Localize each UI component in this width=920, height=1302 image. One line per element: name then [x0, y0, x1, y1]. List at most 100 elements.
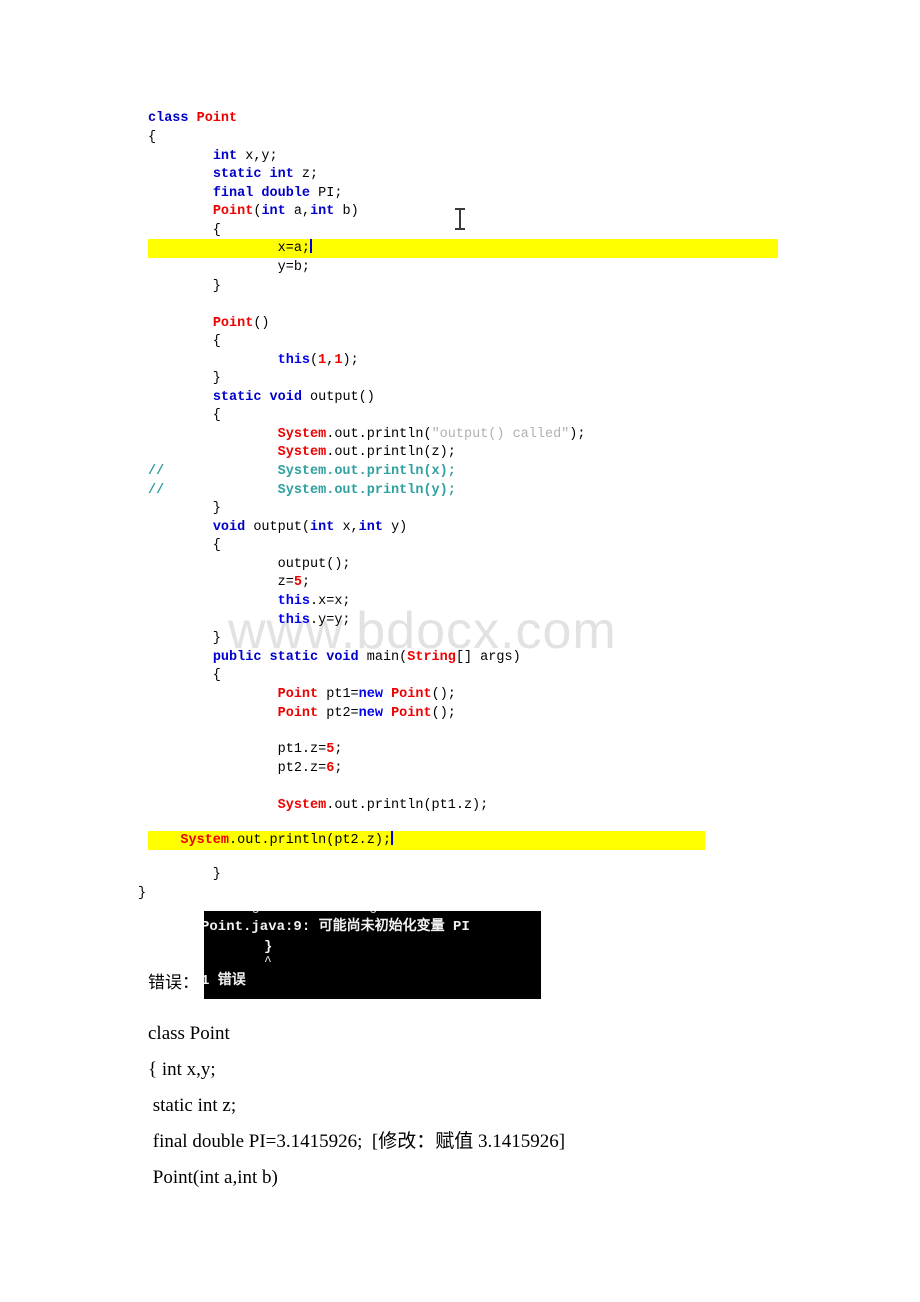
code-line[interactable]: Point(): [148, 315, 908, 334]
code-token: Point: [212, 204, 254, 219]
code-line[interactable]: System.out.println(pt2.z);: [148, 831, 705, 850]
code-token: }: [148, 631, 221, 646]
code-line[interactable]: {: [148, 407, 908, 426]
code-line[interactable]: }: [138, 885, 898, 904]
code-token: (): [253, 316, 270, 331]
code-token: [] args): [455, 650, 521, 665]
code-token: //: [148, 464, 165, 479]
code-line[interactable]: x=a;: [148, 239, 778, 258]
console-error-message: Point.java:9: 可能尚未初始化变量 PI: [204, 919, 470, 935]
code-token: main(: [358, 650, 408, 665]
code-line[interactable]: this(1,1);: [148, 352, 908, 371]
code-line[interactable]: {: [148, 222, 908, 241]
code-token: .out.println(pt2.z);: [229, 833, 392, 848]
code-token: ;: [334, 742, 343, 757]
code-token: static void: [212, 390, 302, 405]
code-token: }: [148, 501, 221, 516]
code-line[interactable]: System.out.println(z);: [148, 444, 908, 463]
code-line[interactable]: static void output(): [148, 389, 908, 408]
code-line[interactable]: int x,y;: [148, 148, 908, 167]
code-token: .x=x;: [310, 594, 351, 609]
code-line[interactable]: {: [148, 667, 908, 686]
code-line[interactable]: // System.out.println(y);: [148, 482, 908, 501]
code-token: }: [148, 279, 221, 294]
code-line[interactable]: this.x=x;: [148, 593, 908, 612]
code-token: int: [358, 520, 383, 535]
console-caret-marker: ^: [264, 954, 272, 969]
code-line[interactable]: y=b;: [148, 259, 908, 278]
code-line[interactable]: Point pt2=new Point();: [148, 705, 908, 724]
code-line[interactable]: {: [148, 537, 908, 556]
code-line[interactable]: z=5;: [148, 574, 908, 593]
code-token: System.out.println(y);: [277, 483, 456, 498]
code-token: {: [148, 223, 221, 238]
code-line[interactable]: output();: [148, 556, 908, 575]
code-token: System: [277, 445, 327, 460]
code-line[interactable]: void output(int x,int y): [148, 519, 908, 538]
code-line[interactable]: class Point: [148, 110, 908, 129]
console-error-count: 1 错误: [204, 973, 246, 989]
code-line[interactable]: }: [148, 278, 908, 297]
code-token: PI;: [310, 186, 343, 201]
error-label: 错误：: [148, 973, 199, 992]
code-token: ();: [431, 706, 456, 721]
code-line[interactable]: Point(int a,int b): [148, 203, 908, 222]
code-line[interactable]: {: [148, 129, 908, 148]
code-token: );: [569, 427, 586, 442]
code-line[interactable]: // System.out.println(x);: [148, 463, 908, 482]
code-line[interactable]: }: [148, 500, 908, 519]
code-token: this: [277, 353, 311, 368]
code-line[interactable]: this.y=y;: [148, 612, 908, 631]
code-line[interactable]: final double PI;: [148, 185, 908, 204]
code-token: x,y;: [237, 149, 278, 164]
code-token: z;: [293, 167, 319, 182]
code-token: y): [382, 520, 408, 535]
code-line[interactable]: }: [148, 866, 908, 885]
code-line[interactable]: }: [148, 370, 908, 389]
code-token: ;: [301, 575, 311, 590]
code-line[interactable]: public static void main(String[] args): [148, 649, 908, 668]
code-token: final double: [212, 186, 311, 201]
code-token: System: [180, 833, 230, 848]
code-token: }: [148, 867, 221, 882]
code-token: .y=y;: [310, 613, 351, 628]
code-token: {: [148, 538, 221, 553]
prose-line: static int z;: [148, 1095, 237, 1116]
code-token: b): [334, 204, 359, 219]
code-line[interactable]: pt2.z=6;: [148, 760, 908, 779]
code-token: output(): [301, 390, 375, 405]
code-line[interactable]: Point pt1=new Point();: [148, 686, 908, 705]
prose-line: final double PI=3.1415926; [修改：赋值 3.1415…: [148, 1131, 566, 1152]
code-token: output(: [245, 520, 311, 535]
code-line[interactable]: {: [148, 333, 908, 352]
code-token: pt2=: [318, 706, 359, 721]
code-line[interactable]: static int z;: [148, 166, 908, 185]
code-token: "output() called": [431, 427, 570, 442]
code-line[interactable]: pt1.z=5;: [148, 741, 908, 760]
code-token: int: [261, 204, 286, 219]
code-line[interactable]: System.out.println("output() called");: [148, 426, 908, 445]
code-line[interactable]: }: [148, 630, 908, 649]
code-token: Point: [277, 706, 319, 721]
code-line[interactable]: System.out.println(pt1.z);: [148, 797, 908, 816]
code-token: //: [148, 483, 165, 498]
text-caret: [310, 239, 313, 253]
code-token: {: [148, 668, 221, 683]
code-token: Point: [277, 687, 319, 702]
code-token: }: [148, 371, 221, 386]
